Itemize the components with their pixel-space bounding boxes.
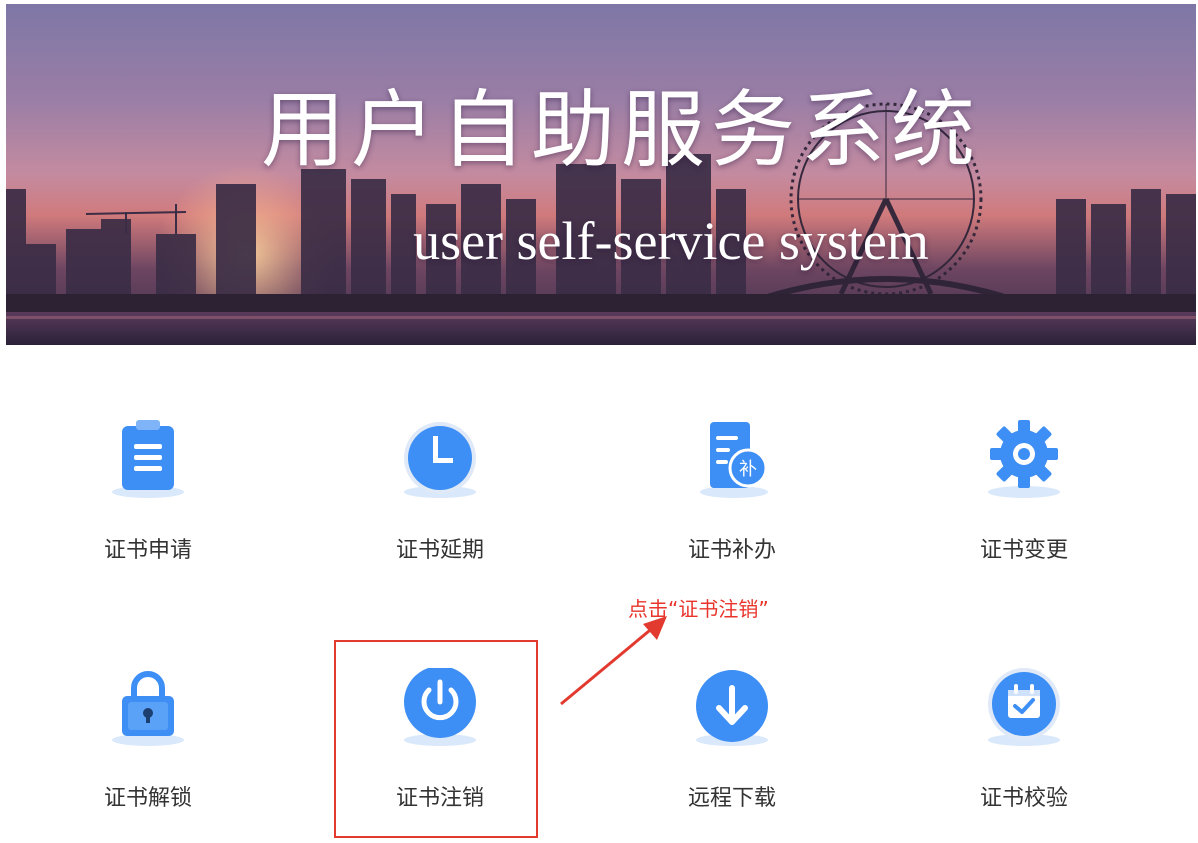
tile-label-reissue: 证书补办 [687,538,776,563]
certificate-unlock-button[interactable]: 证书解锁 [48,668,248,838]
header-banner: 用户自助服务系统 user self-service system [6,4,1196,345]
annotation-arrow-icon [560,616,667,706]
download-icon [694,668,770,754]
reissue-badge-text: 补 [739,459,757,480]
tile-label-unlock: 证书解锁 [103,786,192,811]
banner-title: 用户自助服务系统 [260,81,981,179]
tile-label-download: 远程下载 [687,786,776,811]
certificate-renew-button[interactable]: 证书延期 [340,420,540,590]
tile-label-change: 证书变更 [979,538,1068,563]
certificate-change-button[interactable]: 证书变更 [924,420,1124,590]
document-reissue-icon: 补 [694,420,770,506]
certificate-reissue-button[interactable]: 补 证书补办 [632,420,832,590]
tile-label-renew: 证书延期 [395,538,484,563]
calendar-check-icon [986,668,1062,754]
banner-subtitle: user self-service system [413,211,929,271]
padlock-icon [110,668,186,754]
gear-icon [986,420,1062,506]
certificate-verify-button[interactable]: 证书校验 [924,668,1124,838]
clock-icon [402,420,478,506]
tile-label-apply: 证书申请 [103,538,192,563]
tile-label-verify: 证书校验 [979,786,1068,811]
clipboard-list-icon [110,420,186,506]
highlight-box [334,640,538,838]
certificate-apply-button[interactable]: 证书申请 [48,420,248,590]
